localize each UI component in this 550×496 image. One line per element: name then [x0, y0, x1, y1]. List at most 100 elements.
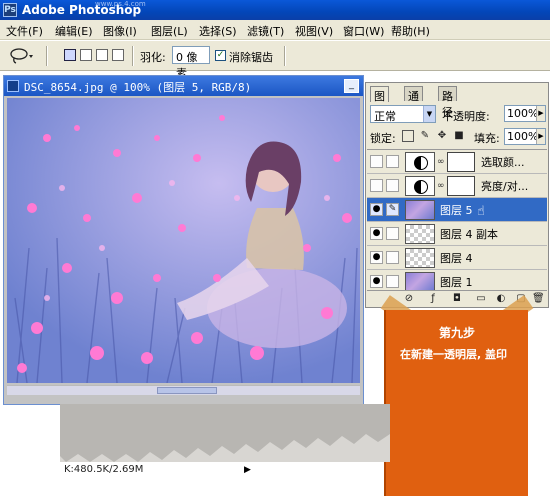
new-group-icon[interactable]: ▭ — [475, 293, 487, 305]
menu-edit[interactable]: 编辑(E) — [55, 23, 93, 39]
photo-illustration — [7, 98, 360, 383]
layer-row-layer5[interactable]: ● ✎ 图层 5 ☝ — [367, 198, 547, 222]
lock-transparency-icon[interactable] — [402, 130, 414, 142]
new-selection-icon[interactable] — [64, 49, 76, 61]
adjustment-layer-icon[interactable]: ◐ — [495, 293, 507, 305]
tab-paths[interactable]: 路径 — [438, 86, 457, 119]
chevron-right-icon[interactable]: ▶ — [536, 129, 545, 144]
step-note-card: 第九步 在新建一透明层, 盖印 — [384, 310, 528, 496]
layer-style-icon[interactable]: ƒ — [427, 293, 439, 305]
options-bar: 羽化: 0 像素 ✓ 消除锯齿 — [0, 41, 550, 80]
menu-layer[interactable]: 图层(L) — [151, 23, 188, 39]
visibility-toggle[interactable] — [370, 179, 383, 192]
layers-panel: 图层 通道 路径 正常 ▼ 不透明度: 100% ▶ 锁定: ✎ ✥ ■ 填充:… — [365, 82, 549, 308]
fill-value: 100% — [507, 130, 539, 143]
add-mask-icon[interactable]: ◘ — [451, 293, 463, 305]
layer-thumbnail — [405, 224, 435, 244]
layer-thumbnail — [405, 272, 435, 292]
layer-list: ∞ 选取颜... ∞ 亮度/对... ● ✎ 图层 5 ☝ ● 图层 4 副本 … — [367, 149, 547, 294]
antialias-checkbox[interactable]: ✓ — [215, 50, 226, 61]
title-bar: Ps Adobe Photoshop www.ps.4.com — [0, 0, 550, 20]
blend-mode-select[interactable]: 正常 ▼ — [370, 105, 436, 123]
step-title: 第九步 — [438, 326, 475, 340]
feather-label: 羽化: — [140, 51, 166, 64]
status-menu-arrow-icon[interactable]: ▶ — [244, 465, 254, 475]
trash-icon[interactable]: 🗑 — [532, 293, 545, 305]
layer-name: 图层 1 — [440, 276, 473, 289]
document-size-status: K:480.5K/2.69M — [64, 464, 144, 475]
document-title-bar: DSC_8654.jpg @ 100% (图层 5, RGB/8) _ — [4, 76, 363, 96]
lock-label: 锁定: — [370, 132, 396, 145]
menu-select[interactable]: 选择(S) — [199, 23, 237, 39]
link-toggle[interactable] — [386, 227, 399, 240]
fill-field[interactable]: 100% ▶ — [504, 128, 546, 145]
image-canvas[interactable] — [7, 98, 360, 383]
tab-channels[interactable]: 通道 — [404, 86, 423, 119]
link-toggle[interactable] — [386, 275, 399, 288]
layer-name: 选取颜... — [481, 156, 525, 169]
lock-brush-icon[interactable]: ✎ — [419, 130, 431, 142]
hand-cursor-icon: ☝ — [477, 204, 485, 219]
antialias-label: 消除锯齿 — [229, 51, 273, 64]
horizontal-scrollbar[interactable] — [7, 385, 360, 395]
menu-file[interactable]: 文件(F) — [6, 23, 43, 39]
layer-mask-thumbnail — [447, 176, 475, 196]
tab-layers[interactable]: 图层 — [370, 86, 389, 119]
lasso-icon[interactable] — [8, 47, 36, 65]
add-selection-icon[interactable] — [80, 49, 92, 61]
layer-row-brightness[interactable]: ∞ 亮度/对... — [367, 174, 547, 198]
scrollbar-thumb[interactable] — [157, 387, 217, 394]
torn-paper-edge — [60, 404, 390, 462]
lock-all-icon[interactable]: ■ — [453, 130, 465, 142]
adjustment-thumbnail — [405, 176, 435, 196]
watermark: www.ps.4.com — [95, 0, 146, 8]
eye-icon[interactable]: ● — [370, 251, 383, 264]
chain-link-icon: ∞ — [437, 157, 445, 167]
eye-icon[interactable]: ● — [370, 227, 383, 240]
options-separator — [46, 46, 48, 66]
menu-window[interactable]: 窗口(W) — [343, 23, 384, 39]
blend-row: 正常 ▼ 不透明度: 100% ▶ — [370, 105, 546, 125]
opacity-label: 不透明度: — [442, 110, 490, 123]
document-title: DSC_8654.jpg @ 100% (图层 5, RGB/8) — [24, 81, 252, 94]
menu-help[interactable]: 帮助(H) — [391, 23, 430, 39]
menu-filter[interactable]: 滤镜(T) — [247, 23, 284, 39]
lock-row: 锁定: ✎ ✥ ■ 填充: 100% ▶ — [370, 127, 546, 147]
step-description: 在新建一透明层, 盖印 — [400, 348, 508, 361]
layer-thumbnail — [405, 200, 435, 220]
options-separator — [132, 46, 134, 66]
layer-row-layer4-copy[interactable]: ● 图层 4 副本 — [367, 222, 547, 246]
link-toggle[interactable] — [386, 179, 399, 192]
layer-row-selective-color[interactable]: ∞ 选取颜... — [367, 150, 547, 174]
intersect-selection-icon[interactable] — [112, 49, 124, 61]
layer-name: 亮度/对... — [481, 180, 529, 193]
link-toggle[interactable] — [386, 251, 399, 264]
menu-image[interactable]: 图像(I) — [103, 23, 137, 39]
visibility-toggle[interactable] — [370, 155, 383, 168]
layer-mask-thumbnail — [447, 152, 475, 172]
menu-view[interactable]: 视图(V) — [295, 23, 333, 39]
feather-input[interactable]: 0 像素 — [172, 46, 210, 80]
subtract-selection-icon[interactable] — [96, 49, 108, 61]
layer-name: 图层 5 — [440, 204, 473, 217]
photoshop-app-icon[interactable]: Ps — [3, 3, 17, 17]
document-icon[interactable] — [7, 80, 19, 92]
chevron-down-icon[interactable]: ▼ — [423, 106, 435, 122]
layer-row-layer4[interactable]: ● 图层 4 — [367, 246, 547, 270]
layer-name: 图层 4 — [440, 252, 473, 265]
chevron-right-icon[interactable]: ▶ — [536, 106, 545, 121]
document-window: DSC_8654.jpg @ 100% (图层 5, RGB/8) _ — [3, 75, 364, 405]
link-layers-icon[interactable]: ⊘ — [403, 293, 415, 305]
link-toggle[interactable] — [386, 155, 399, 168]
menu-bar: 文件(F) 编辑(E) 图像(I) 图层(L) 选择(S) 滤镜(T) 视图(V… — [0, 20, 550, 40]
brush-icon[interactable]: ✎ — [386, 203, 399, 216]
opacity-value: 100% — [507, 107, 539, 120]
eye-icon[interactable]: ● — [370, 275, 383, 288]
lock-move-icon[interactable]: ✥ — [436, 130, 448, 142]
eye-icon[interactable]: ● — [370, 203, 383, 216]
layer-thumbnail — [405, 248, 435, 268]
minimize-button[interactable]: _ — [344, 79, 359, 93]
fill-label: 填充: — [474, 132, 500, 145]
blend-mode-value: 正常 — [374, 110, 396, 123]
opacity-field[interactable]: 100% ▶ — [504, 105, 546, 122]
